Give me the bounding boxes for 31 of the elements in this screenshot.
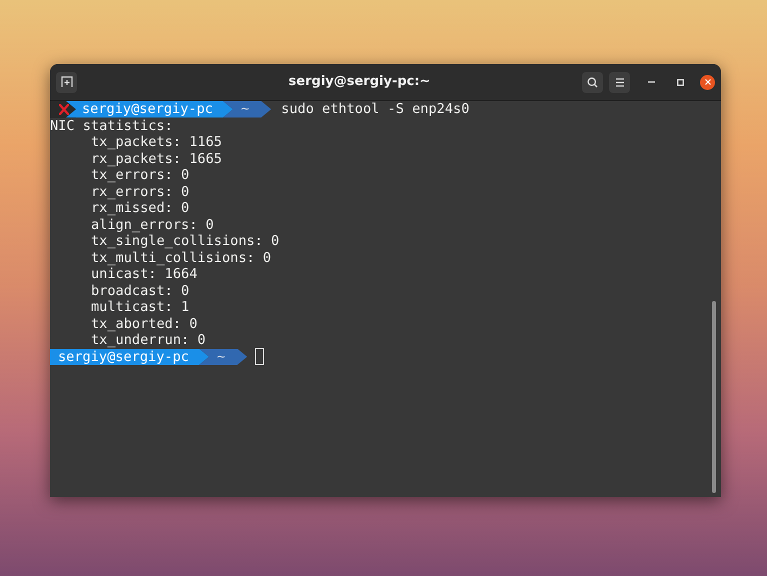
window-title: sergiy@sergiy-pc:~ [288, 73, 430, 92]
menu-icon [614, 78, 624, 86]
output-line: unicast: 1664 [91, 266, 198, 282]
menu-button[interactable] [609, 72, 630, 92]
cross-icon [59, 104, 69, 115]
close-icon [704, 79, 710, 85]
new-tab-button[interactable] [56, 72, 77, 92]
output-line: NIC statistics: [50, 118, 173, 134]
output-line: tx_single_collisions: 0 [91, 233, 280, 250]
output-line: align_errors: 0 [91, 216, 214, 233]
output-line: tx_aborted: 0 [91, 316, 198, 332]
scrollbar-thumb[interactable] [712, 301, 716, 493]
text-cursor [255, 348, 264, 366]
close-button[interactable] [700, 74, 715, 90]
output-line: multicast: 1 [91, 299, 190, 316]
output-line: rx_missed: 0 [91, 200, 190, 216]
minimize-icon [648, 81, 654, 83]
output-line: tx_underrun: 0 [91, 332, 206, 348]
output-line: tx_packets: 1165 [91, 134, 222, 150]
maximize-icon [676, 78, 684, 86]
output-line: tx_multi_collisions: 0 [91, 250, 272, 266]
output-line: rx_errors: 0 [91, 184, 190, 200]
prompt-user-host: sergiy@sergiy-pc [50, 348, 209, 365]
output-line: rx_packets: 1665 [91, 150, 222, 167]
new-tab-icon [60, 76, 72, 88]
command-text: sudo ethtool -S enp24s0 [281, 101, 470, 118]
search-button[interactable] [582, 72, 603, 92]
search-icon [587, 76, 598, 88]
output-line: broadcast: 0 [91, 282, 190, 299]
output-line: tx_errors: 0 [91, 167, 190, 184]
prompt-user-host: sergiy@sergiy-pc [66, 101, 233, 118]
